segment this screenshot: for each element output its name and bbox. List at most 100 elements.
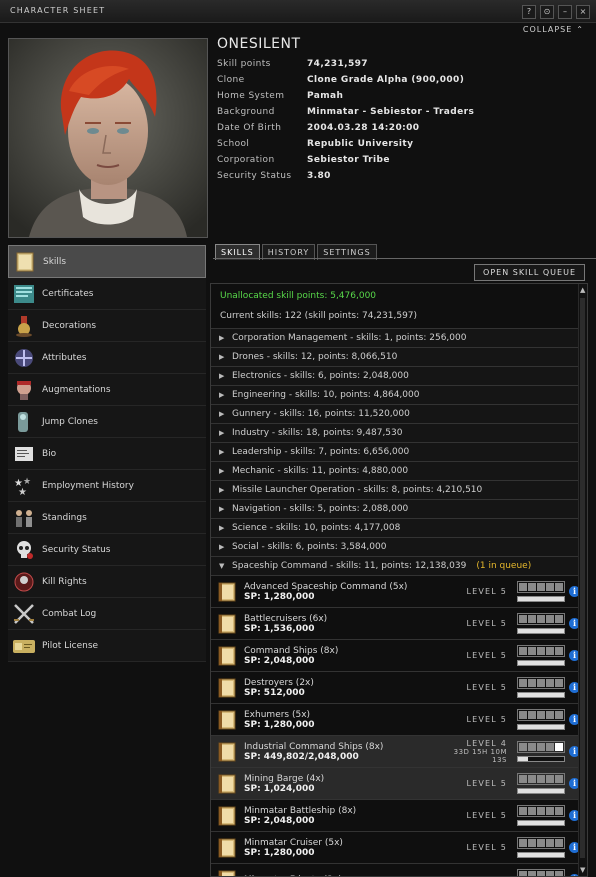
sidebar-item-combat-log[interactable]: Combat Log — [8, 598, 206, 630]
level-boxes — [517, 805, 565, 817]
skill-points: SP: 2,048,000 — [244, 656, 449, 666]
skill-group-row[interactable]: ▶Social - skills: 6, points: 3,584,000 — [211, 537, 587, 556]
current-skills-summary: Current skills: 122 (skill points: 74,23… — [211, 308, 587, 328]
collapsed-arrow-icon[interactable]: ▶ — [219, 505, 225, 513]
close-button[interactable]: × — [576, 5, 590, 19]
info-value: 2004.03.28 14:20:00 — [307, 123, 419, 133]
collapsed-arrow-icon[interactable]: ▶ — [219, 467, 225, 475]
sidebar-item-label: Decorations — [42, 321, 96, 331]
skills-panel: Unallocated skill points: 5,476,000 Curr… — [210, 283, 588, 877]
collapsed-arrow-icon[interactable]: ▶ — [219, 372, 225, 380]
info-value[interactable]: Clone Grade Alpha (900,000) — [307, 75, 464, 85]
scroll-down-icon[interactable]: ▼ — [580, 866, 585, 874]
sidebar-item-employment-history[interactable]: ★★★Employment History — [8, 470, 206, 502]
skill-row[interactable]: Industrial Command Ships (8x)SP: 449,802… — [211, 735, 587, 767]
collapsed-arrow-icon[interactable]: ▶ — [219, 448, 225, 456]
sidebar-item-skills[interactable]: Skills — [8, 245, 206, 278]
window-buttons: ? ⊙ – × — [522, 5, 590, 19]
minimize-button[interactable]: – — [558, 5, 572, 19]
skill-level-bar — [517, 581, 565, 602]
skill-book-icon — [216, 805, 238, 827]
skill-group-row[interactable]: ▶Industry - skills: 18, points: 9,487,53… — [211, 423, 587, 442]
skill-row[interactable]: Minmatar Cruiser (5x)SP: 1,280,000LEVEL … — [211, 831, 587, 863]
skill-group-row[interactable]: ▶Missile Launcher Operation - skills: 8,… — [211, 480, 587, 499]
sidebar-item-label: Standings — [42, 513, 87, 523]
info-value: 74,231,597 — [307, 59, 368, 69]
skill-name: Battlecruisers (6x) — [244, 614, 449, 624]
collapse-button[interactable]: COLLAPSE ⌃ — [523, 25, 584, 34]
skill-text: Mining Barge (4x)SP: 1,024,000 — [244, 774, 449, 794]
sidebar-item-bio[interactable]: Bio — [8, 438, 206, 470]
sidebar-item-security-status[interactable]: Security Status — [8, 534, 206, 566]
skill-book-icon — [216, 677, 238, 699]
help-button[interactable]: ? — [522, 5, 536, 19]
skill-level-info: LEVEL 5 — [449, 619, 507, 628]
info-row: BackgroundMinmatar - Sebiestor - Traders — [217, 104, 587, 120]
training-progress — [517, 788, 565, 794]
collapsed-arrow-icon[interactable]: ▶ — [219, 543, 225, 551]
sidebar-item-kill-rights[interactable]: Kill Rights — [8, 566, 206, 598]
skill-name: Minmatar Cruiser (5x) — [244, 838, 449, 848]
skill-book-icon — [216, 613, 238, 635]
sidebar-item-standings[interactable]: Standings — [8, 502, 206, 534]
skill-group-row[interactable]: ▶Electronics - skills: 6, points: 2,048,… — [211, 366, 587, 385]
level-box — [519, 615, 527, 623]
skill-row[interactable]: Exhumers (5x)SP: 1,280,000LEVEL 5i — [211, 703, 587, 735]
window-titlebar: CHARACTER SHEET ? ⊙ – × — [0, 0, 596, 23]
collapsed-arrow-icon[interactable]: ▶ — [219, 486, 225, 494]
skill-group-label: Engineering - skills: 10, points: 4,864,… — [232, 390, 419, 400]
settings-button[interactable]: ⊙ — [540, 5, 554, 19]
skill-group-row[interactable]: ▶Drones - skills: 12, points: 8,066,510 — [211, 347, 587, 366]
sidebar-item-decorations[interactable]: Decorations — [8, 310, 206, 342]
skill-row[interactable]: Command Ships (8x)SP: 2,048,000LEVEL 5i — [211, 639, 587, 671]
level-box — [555, 647, 563, 655]
info-row: Skill points74,231,597 — [217, 56, 587, 72]
level-box — [546, 871, 554, 877]
skill-group-row[interactable]: ▶Mechanic - skills: 11, points: 4,880,00… — [211, 461, 587, 480]
level-box — [519, 583, 527, 591]
skill-group-row[interactable]: ▶Navigation - skills: 5, points: 2,088,0… — [211, 499, 587, 518]
sidebar-item-jump-clones[interactable]: Jump Clones — [8, 406, 206, 438]
collapsed-arrow-icon[interactable]: ▶ — [219, 429, 225, 437]
skill-row[interactable]: Battlecruisers (6x)SP: 1,536,000LEVEL 5i — [211, 607, 587, 639]
skill-row[interactable]: Minmatar Battleship (8x)SP: 2,048,000LEV… — [211, 799, 587, 831]
info-label: Corporation — [217, 155, 307, 165]
collapsed-arrow-icon[interactable]: ▶ — [219, 353, 225, 361]
skill-text: Minmatar Battleship (8x)SP: 2,048,000 — [244, 806, 449, 826]
collapsed-arrow-icon[interactable]: ▶ — [219, 334, 225, 342]
collapsed-arrow-icon[interactable]: ▶ — [219, 391, 225, 399]
skill-row[interactable]: Mining Barge (4x)SP: 1,024,000LEVEL 5i — [211, 767, 587, 799]
skill-group-row[interactable]: ▶Science - skills: 10, points: 4,177,008 — [211, 518, 587, 537]
info-value[interactable]: Sebiestor Tribe — [307, 155, 390, 165]
training-progress-fill — [518, 725, 564, 729]
skill-group-row[interactable]: ▶ Engineering - skills: 10, points: 4,864… — [211, 385, 587, 404]
training-progress-fill — [518, 853, 564, 857]
sidebar-item-label: Attributes — [42, 353, 86, 363]
level-box — [555, 679, 563, 687]
expanded-arrow-icon[interactable]: ▼ — [219, 562, 225, 570]
sidebar-item-attributes[interactable]: Attributes — [8, 342, 206, 374]
skill-level-bar — [517, 613, 565, 634]
skill-group-row[interactable]: ▼ Spaceship Command - skills: 11, points:… — [211, 556, 587, 575]
level-box — [528, 583, 536, 591]
collapsed-arrow-icon[interactable]: ▶ — [219, 524, 225, 532]
skill-group-row[interactable]: ▶Corporation Management - skills: 1, poi… — [211, 328, 587, 347]
skill-row[interactable]: Destroyers (2x)SP: 512,000LEVEL 5i — [211, 671, 587, 703]
scrollbar[interactable]: ▲ ▼ — [578, 284, 587, 876]
skill-text: Exhumers (5x)SP: 1,280,000 — [244, 710, 449, 730]
skill-row[interactable]: Advanced Spaceship Command (5x)SP: 1,280… — [211, 575, 587, 607]
collapsed-arrow-icon[interactable]: ▶ — [219, 410, 225, 418]
level-box — [528, 711, 536, 719]
skill-group-label: Spaceship Command - skills: 11, points: … — [232, 561, 466, 571]
skill-group-row[interactable]: ▶Gunnery - skills: 16, points: 11,520,00… — [211, 404, 587, 423]
info-value[interactable]: Republic University — [307, 139, 413, 149]
info-value[interactable]: Pamah — [307, 91, 343, 101]
sidebar-item-pilot-license[interactable]: Pilot License — [8, 630, 206, 662]
scroll-up-icon[interactable]: ▲ — [580, 286, 585, 294]
open-skill-queue-button[interactable]: OPEN SKILL QUEUE — [474, 264, 585, 281]
sidebar-item-certificates[interactable]: Certificates — [8, 278, 206, 310]
scroll-thumb[interactable] — [580, 298, 585, 858]
skill-group-row[interactable]: ▶Leadership - skills: 7, points: 6,656,0… — [211, 442, 587, 461]
level-box — [528, 775, 536, 783]
sidebar-item-augmentations[interactable]: Augmentations — [8, 374, 206, 406]
